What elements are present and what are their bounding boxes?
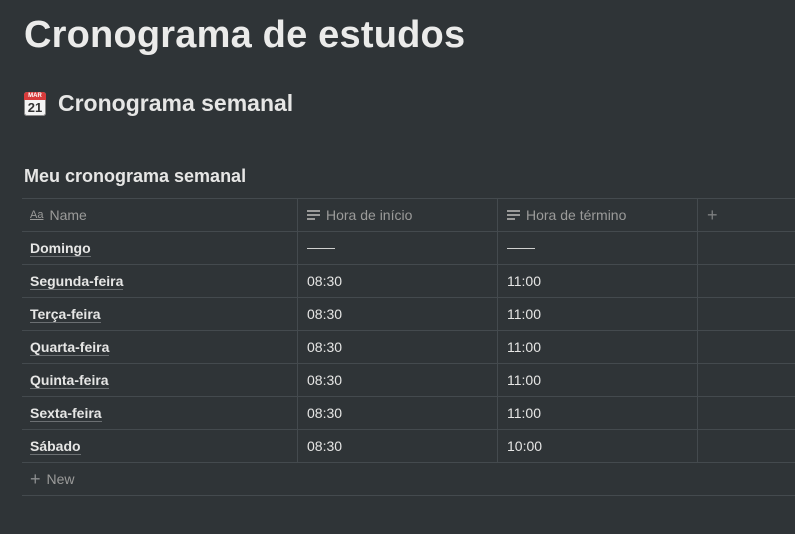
row-name-link[interactable]: Quinta-feira [30,372,109,389]
cell-end-time[interactable]: 11:00 [497,397,697,429]
cell-empty [697,397,795,429]
add-column-button[interactable]: + [697,199,795,231]
row-name-link[interactable]: Sexta-feira [30,405,102,422]
cell-start-time[interactable]: 08:30 [297,298,497,330]
cell-empty [697,298,795,330]
section-heading-text: Cronograma semanal [58,90,294,116]
table-row[interactable]: Domingo [22,232,795,265]
cell-end-time-value: 11:00 [507,306,541,322]
table-row[interactable]: Quinta-feira 08:30 11:00 [22,364,795,397]
column-header-name[interactable]: Aa Name [22,199,297,231]
cell-start-time-value: 08:30 [307,339,343,355]
cell-start-time-value: 08:30 [307,273,343,289]
cell-start-time[interactable]: 08:30 [297,331,497,363]
cell-empty [697,232,795,264]
cell-end-time[interactable]: 11:00 [497,331,697,363]
cell-start-time[interactable] [297,232,497,264]
row-name-link[interactable]: Quarta-feira [30,339,110,356]
cell-empty [697,331,795,363]
database-table: Aa Name Hora de início Hora de término +… [22,198,795,496]
empty-value-dash [507,248,535,249]
table-row[interactable]: Segunda-feira 08:30 11:00 [22,265,795,298]
cell-start-time[interactable]: 08:30 [297,265,497,297]
empty-value-dash [307,248,335,249]
row-name-link[interactable]: Terça-feira [30,306,101,323]
text-lines-icon [307,210,320,220]
table-row[interactable]: Terça-feira 08:30 11:00 [22,298,795,331]
cell-name[interactable]: Terça-feira [22,298,297,330]
cell-name[interactable]: Domingo [22,232,297,264]
cell-start-time-value: 08:30 [307,372,343,388]
column-header-label: Hora de início [326,207,413,223]
section-heading: MAR 21 Cronograma semanal [24,90,293,117]
calendar-icon-month: MAR [24,91,46,100]
cell-end-time[interactable] [497,232,697,264]
plus-icon: + [707,204,718,225]
cell-start-time-value: 08:30 [307,306,343,322]
calendar-icon-day: 21 [27,99,43,115]
cell-start-time[interactable]: 08:30 [297,397,497,429]
cell-empty [697,430,795,462]
cell-end-time-value: 11:00 [507,405,541,421]
cell-end-time-value: 11:00 [507,372,541,388]
column-header-start[interactable]: Hora de início [297,199,497,231]
calendar-icon: MAR 21 [24,91,46,116]
cell-name[interactable]: Quinta-feira [22,364,297,396]
database-title[interactable]: Meu cronograma semanal [24,166,246,187]
row-name-link[interactable]: Domingo [30,240,91,257]
table-row[interactable]: Quarta-feira 08:30 11:00 [22,331,795,364]
column-header-label: Name [49,207,87,223]
cell-end-time[interactable]: 10:00 [497,430,697,462]
new-row-button[interactable]: + New [22,463,795,496]
cell-end-time-value: 10:00 [507,438,543,454]
cell-empty [697,265,795,297]
column-header-label: Hora de término [526,207,627,223]
cell-start-time[interactable]: 08:30 [297,364,497,396]
row-name-link[interactable]: Sábado [30,438,81,455]
cell-name[interactable]: Quarta-feira [22,331,297,363]
cell-start-time[interactable]: 08:30 [297,430,497,462]
cell-start-time-value: 08:30 [307,438,343,454]
new-row-label: New [46,471,75,487]
table-row[interactable]: Sexta-feira 08:30 11:00 [22,397,795,430]
text-lines-icon [507,210,520,220]
cell-end-time[interactable]: 11:00 [497,265,697,297]
row-name-link[interactable]: Segunda-feira [30,273,124,290]
cell-start-time-value: 08:30 [307,405,343,421]
cell-end-time[interactable]: 11:00 [497,364,697,396]
table-row[interactable]: Sábado 08:30 10:00 [22,430,795,463]
cell-name[interactable]: Segunda-feira [22,265,297,297]
cell-end-time-value: 11:00 [507,273,541,289]
cell-name[interactable]: Sábado [22,430,297,462]
cell-end-time[interactable]: 11:00 [497,298,697,330]
column-header-end[interactable]: Hora de término [497,199,697,231]
plus-icon: + [30,468,41,489]
text-aa-icon: Aa [30,209,44,221]
cell-empty [697,364,795,396]
table-header-row: Aa Name Hora de início Hora de término + [22,199,795,232]
page-title: Cronograma de estudos [24,14,466,56]
cell-name[interactable]: Sexta-feira [22,397,297,429]
cell-end-time-value: 11:00 [507,339,541,355]
